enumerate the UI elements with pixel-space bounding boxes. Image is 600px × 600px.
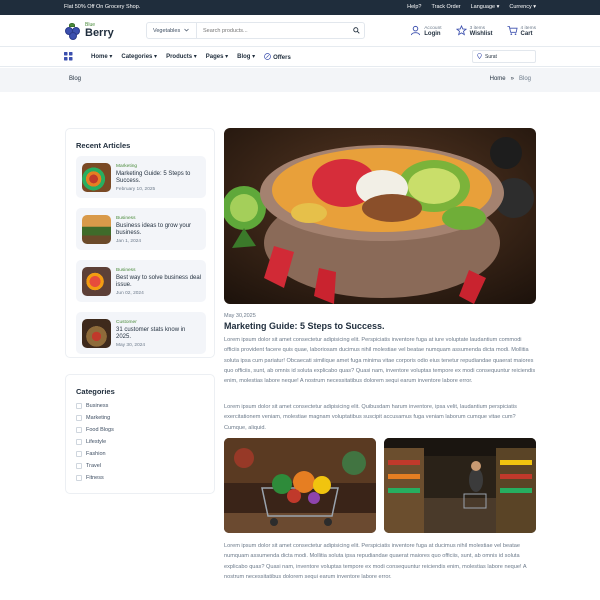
track-order-link[interactable]: Track Order bbox=[431, 4, 460, 10]
recent-article[interactable]: Marketing Marketing Guide: 5 Steps to Su… bbox=[76, 156, 206, 198]
categories-panel: Categories Business Marketing Food Blogs… bbox=[65, 374, 215, 494]
article-title: Marketing Guide: 5 Steps to Success. bbox=[116, 171, 191, 185]
percent-icon bbox=[264, 53, 271, 62]
post-hero-image bbox=[224, 128, 536, 304]
article-date: February 10, 2025 bbox=[116, 187, 156, 192]
nav-categories[interactable]: Categories ▾ bbox=[121, 53, 157, 62]
location-select[interactable]: Surat bbox=[472, 50, 536, 63]
search-input[interactable] bbox=[197, 27, 348, 34]
location-icon bbox=[477, 52, 482, 61]
breadcrumb-bar: Blog Home » Blog bbox=[0, 68, 600, 92]
article-category: Marketing bbox=[116, 164, 138, 169]
recent-articles-panel: Recent Articles Marketing Marketing Guid… bbox=[65, 128, 215, 358]
recent-article[interactable]: Business Business ideas to grow your bus… bbox=[76, 208, 206, 250]
breadcrumb-home[interactable]: Home bbox=[490, 76, 506, 82]
checkbox[interactable] bbox=[76, 463, 82, 469]
cart-icon bbox=[506, 23, 518, 41]
category-checkbox[interactable]: Marketing bbox=[76, 415, 110, 421]
wishlist-button[interactable]: 3 items Wishlist bbox=[455, 23, 493, 41]
article-title: Business ideas to grow your business. bbox=[116, 223, 192, 237]
top-bar: Flat 50% Off On Grocery Shop. Help? Trac… bbox=[0, 0, 600, 15]
category-checkbox[interactable]: Fitness bbox=[76, 475, 104, 481]
promo-text: Flat 50% Off On Grocery Shop. bbox=[64, 4, 141, 10]
language-dropdown[interactable]: Language ▾ bbox=[471, 4, 500, 10]
article-thumbnail bbox=[82, 215, 111, 244]
article-date: Jun 02, 2024 bbox=[116, 291, 144, 296]
article-category: Customer bbox=[116, 320, 137, 325]
article-title: 31 customer stats know in 2025. bbox=[116, 327, 186, 341]
post-paragraph: Lorem ipsum dolor sit amet consectetur a… bbox=[224, 337, 536, 385]
search-bar: Vegetables bbox=[146, 22, 365, 39]
star-icon bbox=[455, 23, 467, 41]
post-date: May 30,2025 bbox=[224, 313, 256, 319]
location-value: Surat bbox=[485, 53, 497, 60]
brand-name: Berry bbox=[85, 27, 114, 39]
checkbox[interactable] bbox=[76, 427, 82, 433]
categories-heading: Categories bbox=[76, 387, 115, 396]
recent-article[interactable]: Customer 31 customer stats know in 2025.… bbox=[76, 312, 206, 354]
page-title: Blog bbox=[69, 76, 82, 82]
grid-icon[interactable] bbox=[64, 52, 73, 63]
nav-pages[interactable]: Pages ▾ bbox=[206, 53, 228, 62]
wishlist-bottom: Wishlist bbox=[469, 31, 493, 38]
account-bottom: Login bbox=[424, 31, 441, 38]
chevron-down-icon bbox=[184, 28, 189, 34]
category-label: Fashion bbox=[86, 451, 106, 457]
user-icon bbox=[410, 23, 421, 41]
breadcrumb-separator: » bbox=[510, 76, 514, 82]
article-category: Business bbox=[116, 268, 136, 273]
cart-bottom: Cart bbox=[520, 31, 533, 38]
post-image-store bbox=[384, 438, 536, 533]
article-thumbnail bbox=[82, 319, 111, 348]
article-category: Business bbox=[116, 216, 136, 221]
post-paragraph: Lorem ipsum dolor sit amet consectetur a… bbox=[224, 543, 527, 580]
account-button[interactable]: Account Login bbox=[410, 23, 442, 41]
category-checkbox[interactable]: Business bbox=[76, 403, 108, 409]
category-select[interactable]: Vegetables bbox=[147, 23, 197, 38]
category-label: Marketing bbox=[86, 415, 111, 421]
post-image-cart bbox=[224, 438, 376, 533]
top-links: Help? Track Order Language ▾ Currency ▾ bbox=[407, 4, 536, 10]
cart-button[interactable]: 4 items Cart bbox=[506, 23, 536, 41]
search-icon[interactable] bbox=[348, 27, 364, 34]
checkbox[interactable] bbox=[76, 439, 82, 445]
main-nav: Home ▾ Categories ▾ Products ▾ Pages ▾ B… bbox=[0, 47, 600, 67]
currency-dropdown[interactable]: Currency ▾ bbox=[509, 4, 536, 10]
breadcrumb: Home » Blog bbox=[490, 76, 531, 82]
main-header: Blue Berry Vegetables Account Login bbox=[0, 15, 600, 47]
category-checkbox[interactable]: Travel bbox=[76, 463, 101, 469]
category-checkbox[interactable]: Fashion bbox=[76, 451, 106, 457]
checkbox[interactable] bbox=[76, 403, 82, 409]
checkbox[interactable] bbox=[76, 415, 82, 421]
nav-offers-label: Offers bbox=[273, 54, 291, 61]
recent-articles-heading: Recent Articles bbox=[76, 141, 131, 150]
article-thumbnail bbox=[82, 163, 111, 192]
nav-offers[interactable]: Offers bbox=[264, 53, 291, 62]
article-thumbnail bbox=[82, 267, 111, 296]
checkbox[interactable] bbox=[76, 475, 82, 481]
checkbox[interactable] bbox=[76, 451, 82, 457]
nav-products[interactable]: Products ▾ bbox=[166, 53, 197, 62]
nav-home[interactable]: Home ▾ bbox=[91, 53, 112, 62]
category-label: Lifestyle bbox=[86, 439, 107, 445]
breadcrumb-current: Blog bbox=[518, 76, 531, 82]
nav-blog[interactable]: Blog ▾ bbox=[237, 53, 255, 62]
category-checkbox[interactable]: Food Blogs bbox=[76, 427, 114, 433]
article-date: Jan 1, 2024 bbox=[116, 239, 142, 244]
article-title: Best way to solve business deal issue. bbox=[116, 275, 202, 289]
category-label: Food Blogs bbox=[86, 427, 114, 433]
category-label: Business bbox=[86, 403, 109, 409]
category-select-value: Vegetables bbox=[153, 27, 181, 34]
recent-article[interactable]: Business Best way to solve business deal… bbox=[76, 260, 206, 302]
header-actions: Account Login 3 items Wishlist 4 items C… bbox=[410, 23, 536, 41]
category-label: Fitness bbox=[86, 475, 104, 481]
category-checkbox[interactable]: Lifestyle bbox=[76, 439, 106, 445]
berry-logo-icon bbox=[64, 22, 82, 40]
post-title: Marketing Guide: 5 Steps to Success. bbox=[224, 321, 385, 331]
category-label: Travel bbox=[86, 463, 102, 469]
brand-logo[interactable]: Blue Berry bbox=[64, 22, 114, 40]
help-link[interactable]: Help? bbox=[407, 4, 421, 10]
post-paragraph: Lorem ipsum dolor sit amet consectetur a… bbox=[224, 404, 517, 431]
article-date: May 30, 2024 bbox=[116, 343, 146, 348]
